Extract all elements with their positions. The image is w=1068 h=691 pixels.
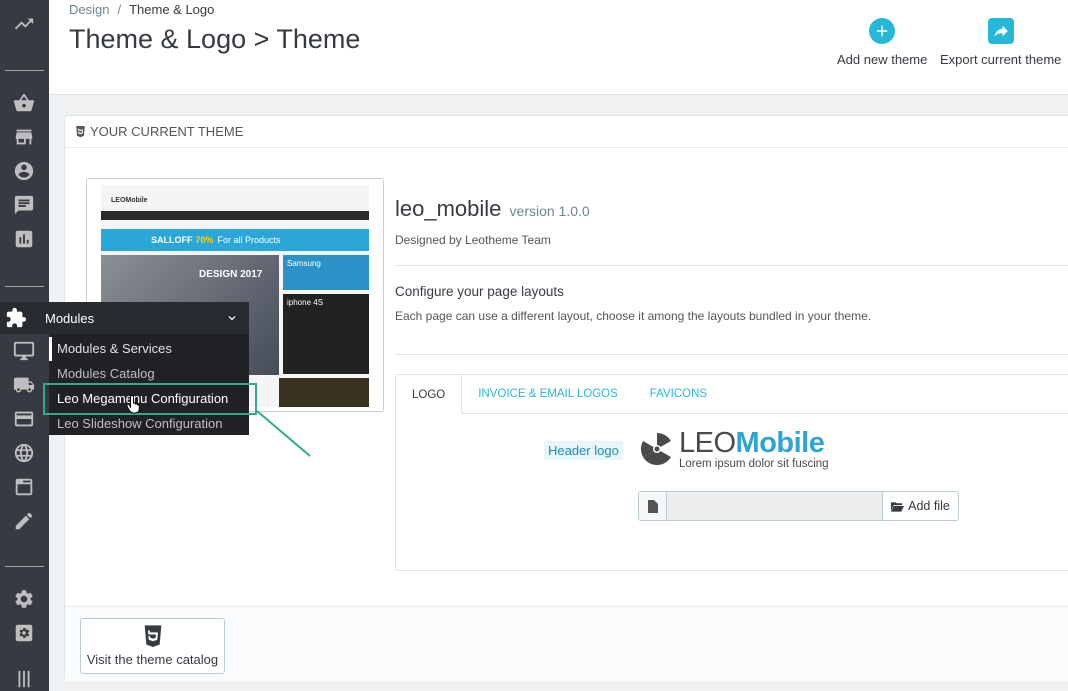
advanced-settings-icon[interactable] xyxy=(12,621,36,645)
menu-item-leo-megamenu[interactable]: Leo Megamenu Configuration xyxy=(49,387,249,411)
modules-submenu: Modules & Services Modules Catalog Leo M… xyxy=(49,334,249,435)
modules-menu-header[interactable]: Modules xyxy=(0,302,249,334)
header-logo-image: LEOMobile Lorem ipsum dolor sit fuscing xyxy=(639,427,859,473)
page-title: Theme & Logo > Theme xyxy=(69,24,361,54)
panel-heading-text: YOUR CURRENT THEME xyxy=(90,124,244,139)
export-current-theme-button[interactable]: Export current theme xyxy=(940,18,1061,67)
configure-layouts-description: Each page can use a different layout, ch… xyxy=(395,309,872,323)
basket-icon[interactable] xyxy=(12,91,36,115)
logo-file-upload: Add file xyxy=(638,491,959,521)
panel-heading: YOUR CURRENT THEME xyxy=(65,116,1068,148)
html5-icon xyxy=(76,125,85,137)
export-current-theme-label: Export current theme xyxy=(940,52,1062,67)
logo-tabs: LOGO INVOICE & EMAIL LOGOS FAVICONS xyxy=(395,374,723,414)
theme-author: Designed by Leotheme Team xyxy=(395,233,551,247)
preview-bottom-tile xyxy=(279,378,369,407)
menu-item-modules-catalog[interactable]: Modules Catalog xyxy=(49,362,249,386)
divider xyxy=(395,354,1068,355)
panel-footer: Visit the theme catalog xyxy=(65,606,1068,681)
preview-tile-samsung: Samsung xyxy=(283,255,369,290)
breadcrumb-design[interactable]: Design xyxy=(69,2,109,17)
pencil-icon[interactable] xyxy=(12,509,36,533)
puzzle-icon xyxy=(6,307,27,328)
modules-flyout-menu: Modules Modules & Services Modules Catal… xyxy=(0,302,249,435)
chevron-down-icon xyxy=(228,316,236,321)
sidebar-divider xyxy=(5,70,44,71)
globe-icon[interactable] xyxy=(12,441,36,465)
html5-icon xyxy=(144,625,161,647)
breadcrumb: Design / Theme & Logo xyxy=(69,2,215,17)
file-icon xyxy=(638,491,667,521)
logo-tagline: Lorem ipsum dolor sit fuscing xyxy=(679,458,829,470)
add-new-theme-label: Add new theme xyxy=(837,52,928,67)
plus-circle-icon xyxy=(869,18,896,44)
preview-nav-bar xyxy=(101,211,369,220)
folder-open-icon xyxy=(891,501,905,512)
stats-chart-icon[interactable] xyxy=(12,227,36,251)
menu-item-leo-slideshow[interactable]: Leo Slideshow Configuration xyxy=(49,412,249,436)
share-export-icon xyxy=(987,18,1014,44)
preview-logo: LEOMobile xyxy=(111,197,148,204)
stats-trend-icon[interactable] xyxy=(12,12,36,36)
preview-tile-iphone: iphone 4S xyxy=(283,294,369,374)
visit-theme-catalog-button[interactable]: Visit the theme catalog xyxy=(80,618,225,674)
modules-menu-title: Modules xyxy=(45,311,95,326)
visit-theme-catalog-label: Visit the theme catalog xyxy=(86,652,219,667)
preview-promo-banner: SALLOFF 70% For all Products xyxy=(101,229,369,251)
menu-item-modules-services[interactable]: Modules & Services xyxy=(49,337,249,361)
window-icon[interactable] xyxy=(12,475,36,499)
header-logo-label: Header logo xyxy=(544,441,623,460)
breadcrumb-current: Theme & Logo xyxy=(129,2,215,17)
settings-gear-icon[interactable] xyxy=(12,587,36,611)
add-new-theme-button[interactable]: Add new theme xyxy=(837,18,927,67)
messages-icon[interactable] xyxy=(12,193,36,217)
radiation-logo-icon xyxy=(640,432,674,466)
page-header: Design / Theme & Logo Theme & Logo > Theme… xyxy=(49,0,1068,95)
customer-icon[interactable] xyxy=(12,159,36,183)
file-name-input[interactable] xyxy=(667,491,882,521)
divider xyxy=(395,265,1068,266)
theme-version: version 1.0.0 xyxy=(509,203,590,219)
logo-wordmark: LEOMobile xyxy=(679,427,825,459)
tab-favicons[interactable]: FAVICONS xyxy=(634,374,723,414)
configure-layouts-link[interactable]: Configure your page layouts xyxy=(395,284,564,299)
tab-invoice-email-logos[interactable]: INVOICE & EMAIL LOGOS xyxy=(462,374,634,414)
collapse-menu-icon[interactable] xyxy=(12,667,36,691)
hand-cursor-icon xyxy=(126,394,140,414)
sidebar-divider xyxy=(5,566,44,567)
sidebar-divider xyxy=(5,286,44,287)
logo-tabs-box: LOGO INVOICE & EMAIL LOGOS FAVICONS Head… xyxy=(395,374,1068,571)
add-file-button[interactable]: Add file xyxy=(882,491,959,521)
tab-logo[interactable]: LOGO xyxy=(395,374,463,414)
theme-name: leo_mobile version 1.0.0 xyxy=(395,196,590,221)
store-icon[interactable] xyxy=(12,125,36,149)
